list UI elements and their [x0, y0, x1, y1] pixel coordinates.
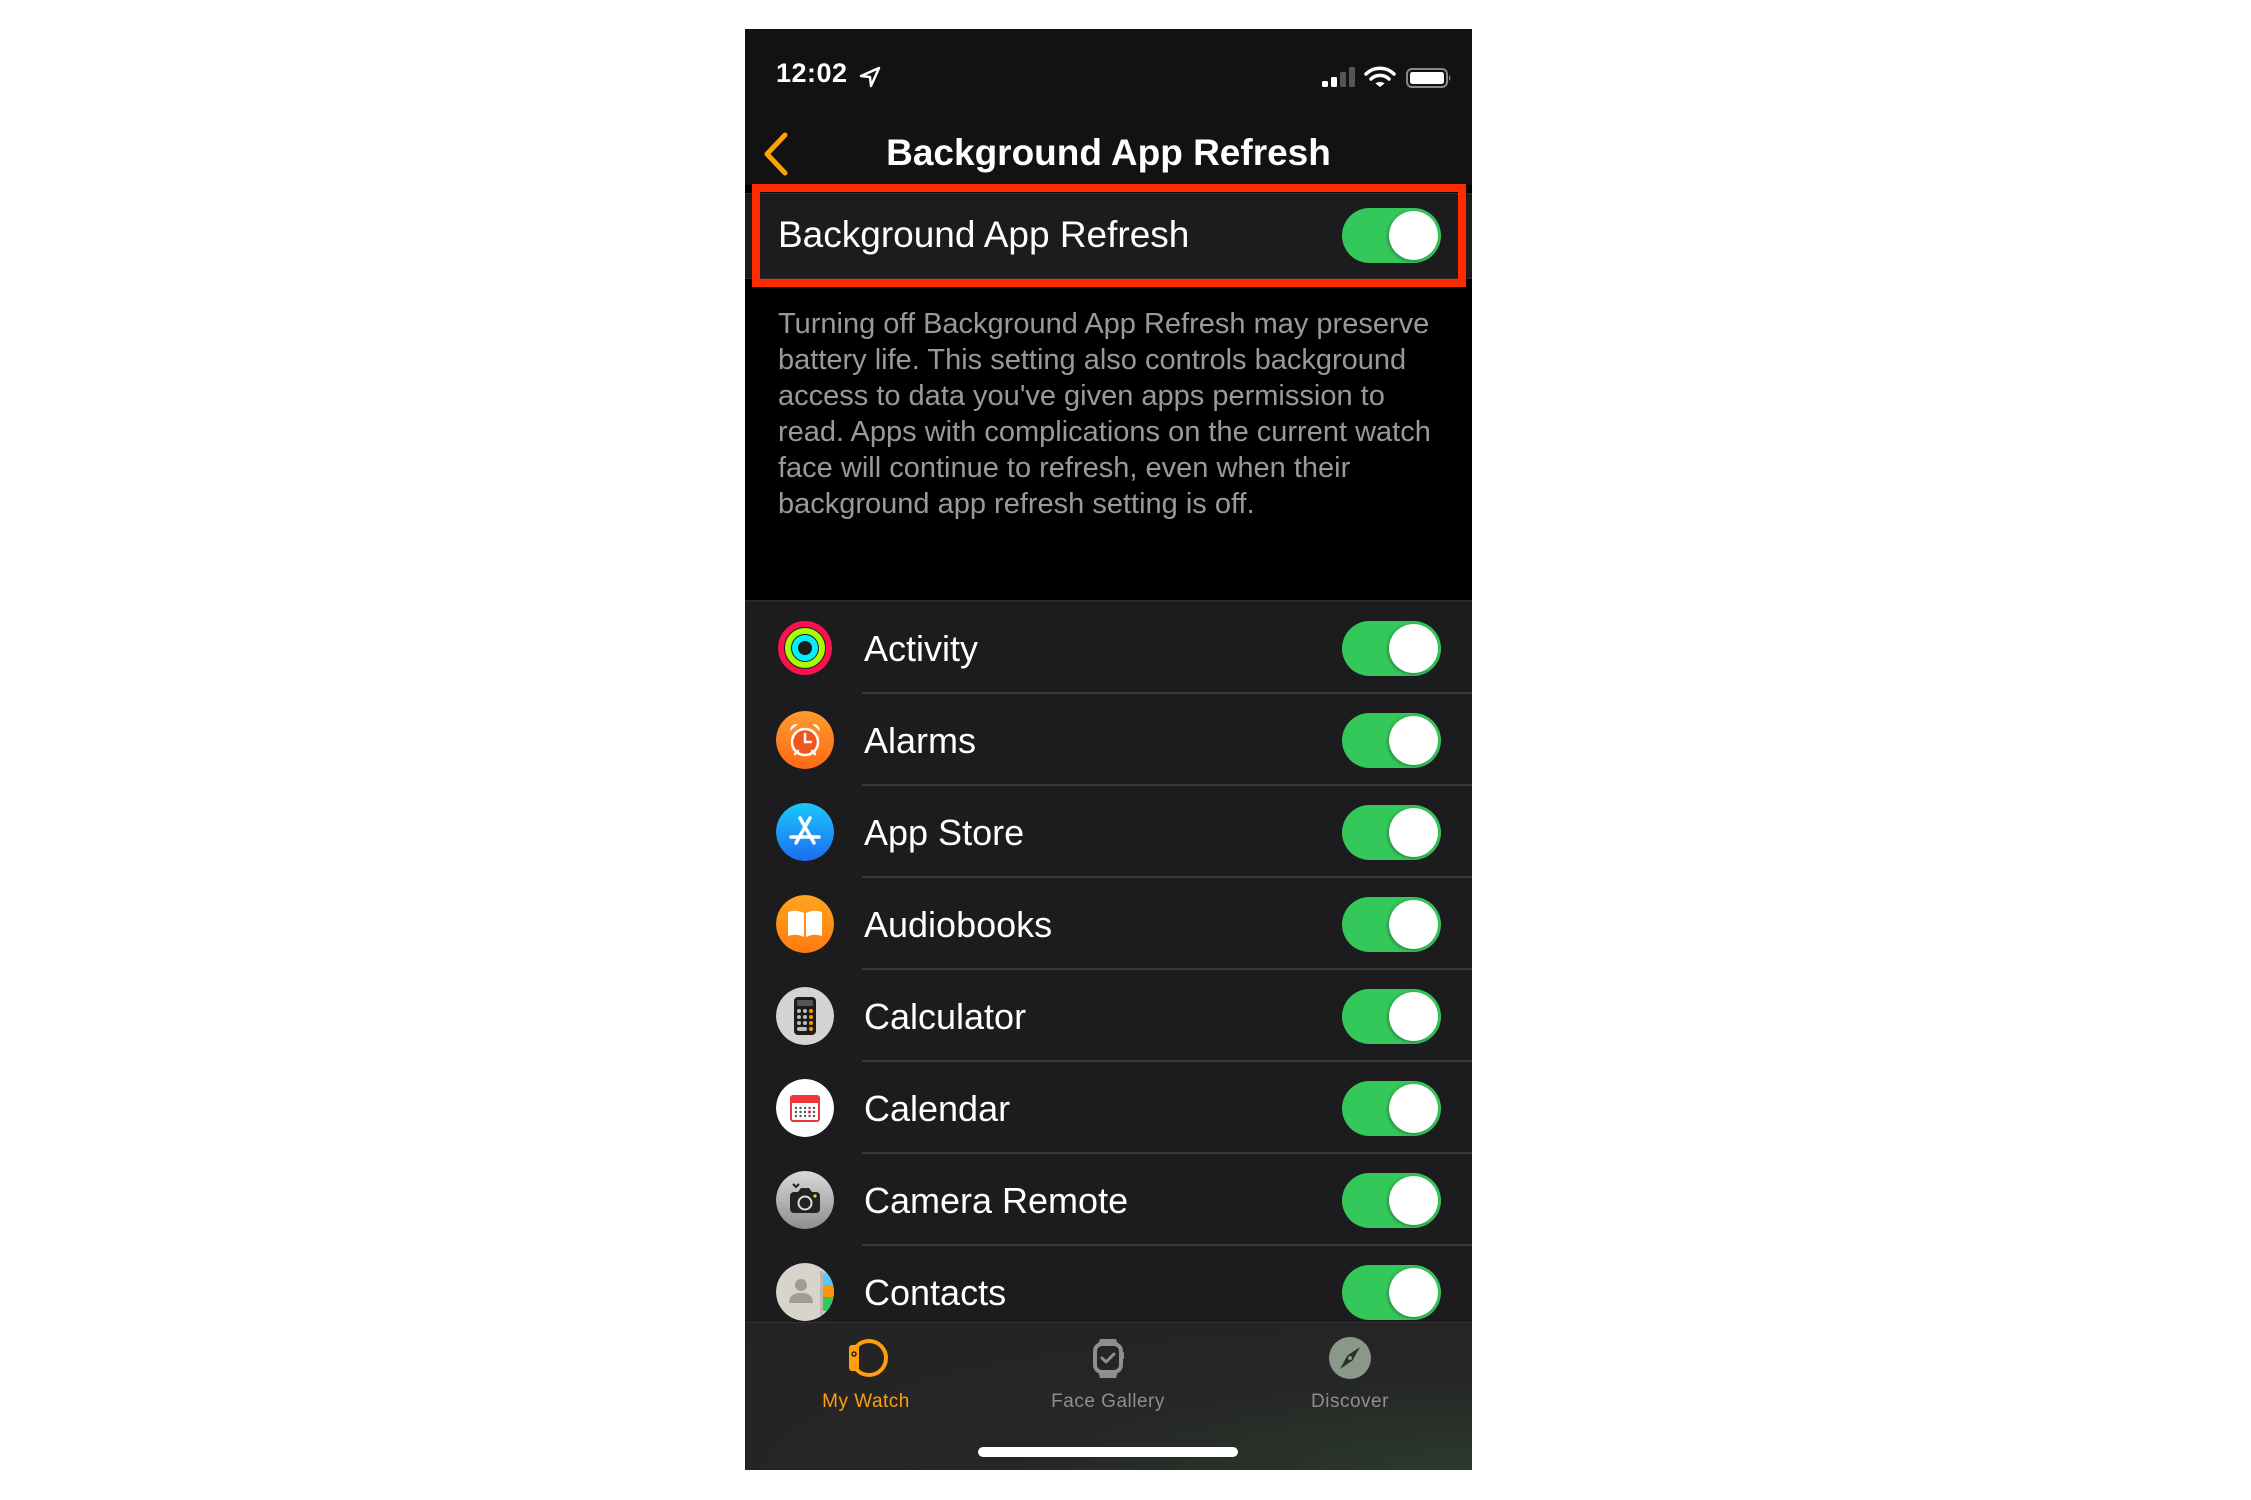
app-label: Contacts — [864, 1272, 1007, 1313]
app-label: Calendar — [864, 1088, 1011, 1129]
list-item-calculator: Calculator — [745, 970, 1472, 1062]
toggle-knob — [1389, 992, 1438, 1041]
app-label: Alarms — [864, 720, 977, 761]
background-app-refresh-row: Background App Refresh — [745, 193, 1472, 279]
toggle-knob — [1389, 211, 1438, 260]
open-book-icon — [776, 895, 834, 953]
calculator-icon — [776, 987, 834, 1045]
master-toggle-label: Background App Refresh — [778, 214, 1190, 255]
app-store-icon — [776, 803, 834, 861]
calendar-icon — [776, 1079, 834, 1137]
alarms-toggle[interactable] — [1342, 713, 1441, 768]
activity-toggle[interactable] — [1342, 621, 1441, 676]
toggle-knob — [1389, 1176, 1438, 1225]
signal-icon — [1322, 67, 1355, 87]
location-arrow-icon — [859, 66, 881, 88]
tab-label: My Watch — [822, 1391, 910, 1412]
tab-bar: My Watch Face Gallery Discover — [745, 1322, 1472, 1470]
app-label: Calculator — [864, 996, 1027, 1037]
tab-label: Face Gallery — [1051, 1391, 1165, 1412]
status-time: 12:02 — [776, 58, 848, 88]
app-label: Audiobooks — [864, 904, 1053, 945]
list-item-activity: Activity — [745, 602, 1472, 694]
toggle-knob — [1389, 624, 1438, 673]
tab-my-watch[interactable]: My Watch — [745, 1323, 987, 1423]
page-title: Background App Refresh — [886, 132, 1331, 173]
tab-face-gallery[interactable]: Face Gallery — [987, 1323, 1229, 1423]
watch-face-icon — [1093, 1339, 1124, 1378]
app-list: Activity Alarms App Store Audiobooks Cal… — [745, 600, 1472, 1324]
app-label: App Store — [864, 812, 1025, 853]
activity-rings-icon — [776, 619, 834, 677]
list-item-camera-remote: Camera Remote — [745, 1154, 1472, 1246]
list-item-calendar: Calendar — [745, 1062, 1472, 1154]
toggle-knob — [1389, 1268, 1438, 1317]
calendar-toggle[interactable] — [1342, 1081, 1441, 1136]
compass-icon — [1329, 1337, 1371, 1379]
contacts-icon — [776, 1263, 834, 1321]
wifi-icon — [1364, 66, 1396, 87]
watch-side-icon — [849, 1339, 888, 1377]
header: 12:02 Background App Refresh — [745, 29, 1472, 185]
alarm-clock-icon — [776, 711, 834, 769]
description-text: Turning off Background App Refresh may p… — [778, 308, 1431, 520]
app-store-toggle[interactable] — [1342, 805, 1441, 860]
calculator-toggle[interactable] — [1342, 989, 1441, 1044]
phone-screen: 12:02 Background App Refresh Background … — [745, 29, 1472, 1470]
list-item-audiobooks: Audiobooks — [745, 878, 1472, 970]
camera-remote-toggle[interactable] — [1342, 1173, 1441, 1228]
camera-icon — [776, 1171, 834, 1229]
app-label: Activity — [864, 628, 979, 669]
tab-label: Discover — [1311, 1391, 1389, 1412]
list-item-app-store: App Store — [745, 786, 1472, 878]
contacts-toggle[interactable] — [1342, 1265, 1441, 1320]
toggle-knob — [1389, 716, 1438, 765]
master-toggle[interactable] — [1342, 208, 1441, 263]
list-item-alarms: Alarms — [745, 694, 1472, 786]
audiobooks-toggle[interactable] — [1342, 897, 1441, 952]
app-label: Camera Remote — [864, 1180, 1129, 1221]
battery-icon — [1406, 68, 1451, 88]
toggle-knob — [1389, 808, 1438, 857]
toggle-knob — [1389, 1084, 1438, 1133]
tab-discover[interactable]: Discover — [1229, 1323, 1471, 1423]
home-indicator[interactable] — [978, 1447, 1238, 1457]
list-item-contacts: Contacts — [745, 1246, 1472, 1324]
toggle-knob — [1389, 900, 1438, 949]
